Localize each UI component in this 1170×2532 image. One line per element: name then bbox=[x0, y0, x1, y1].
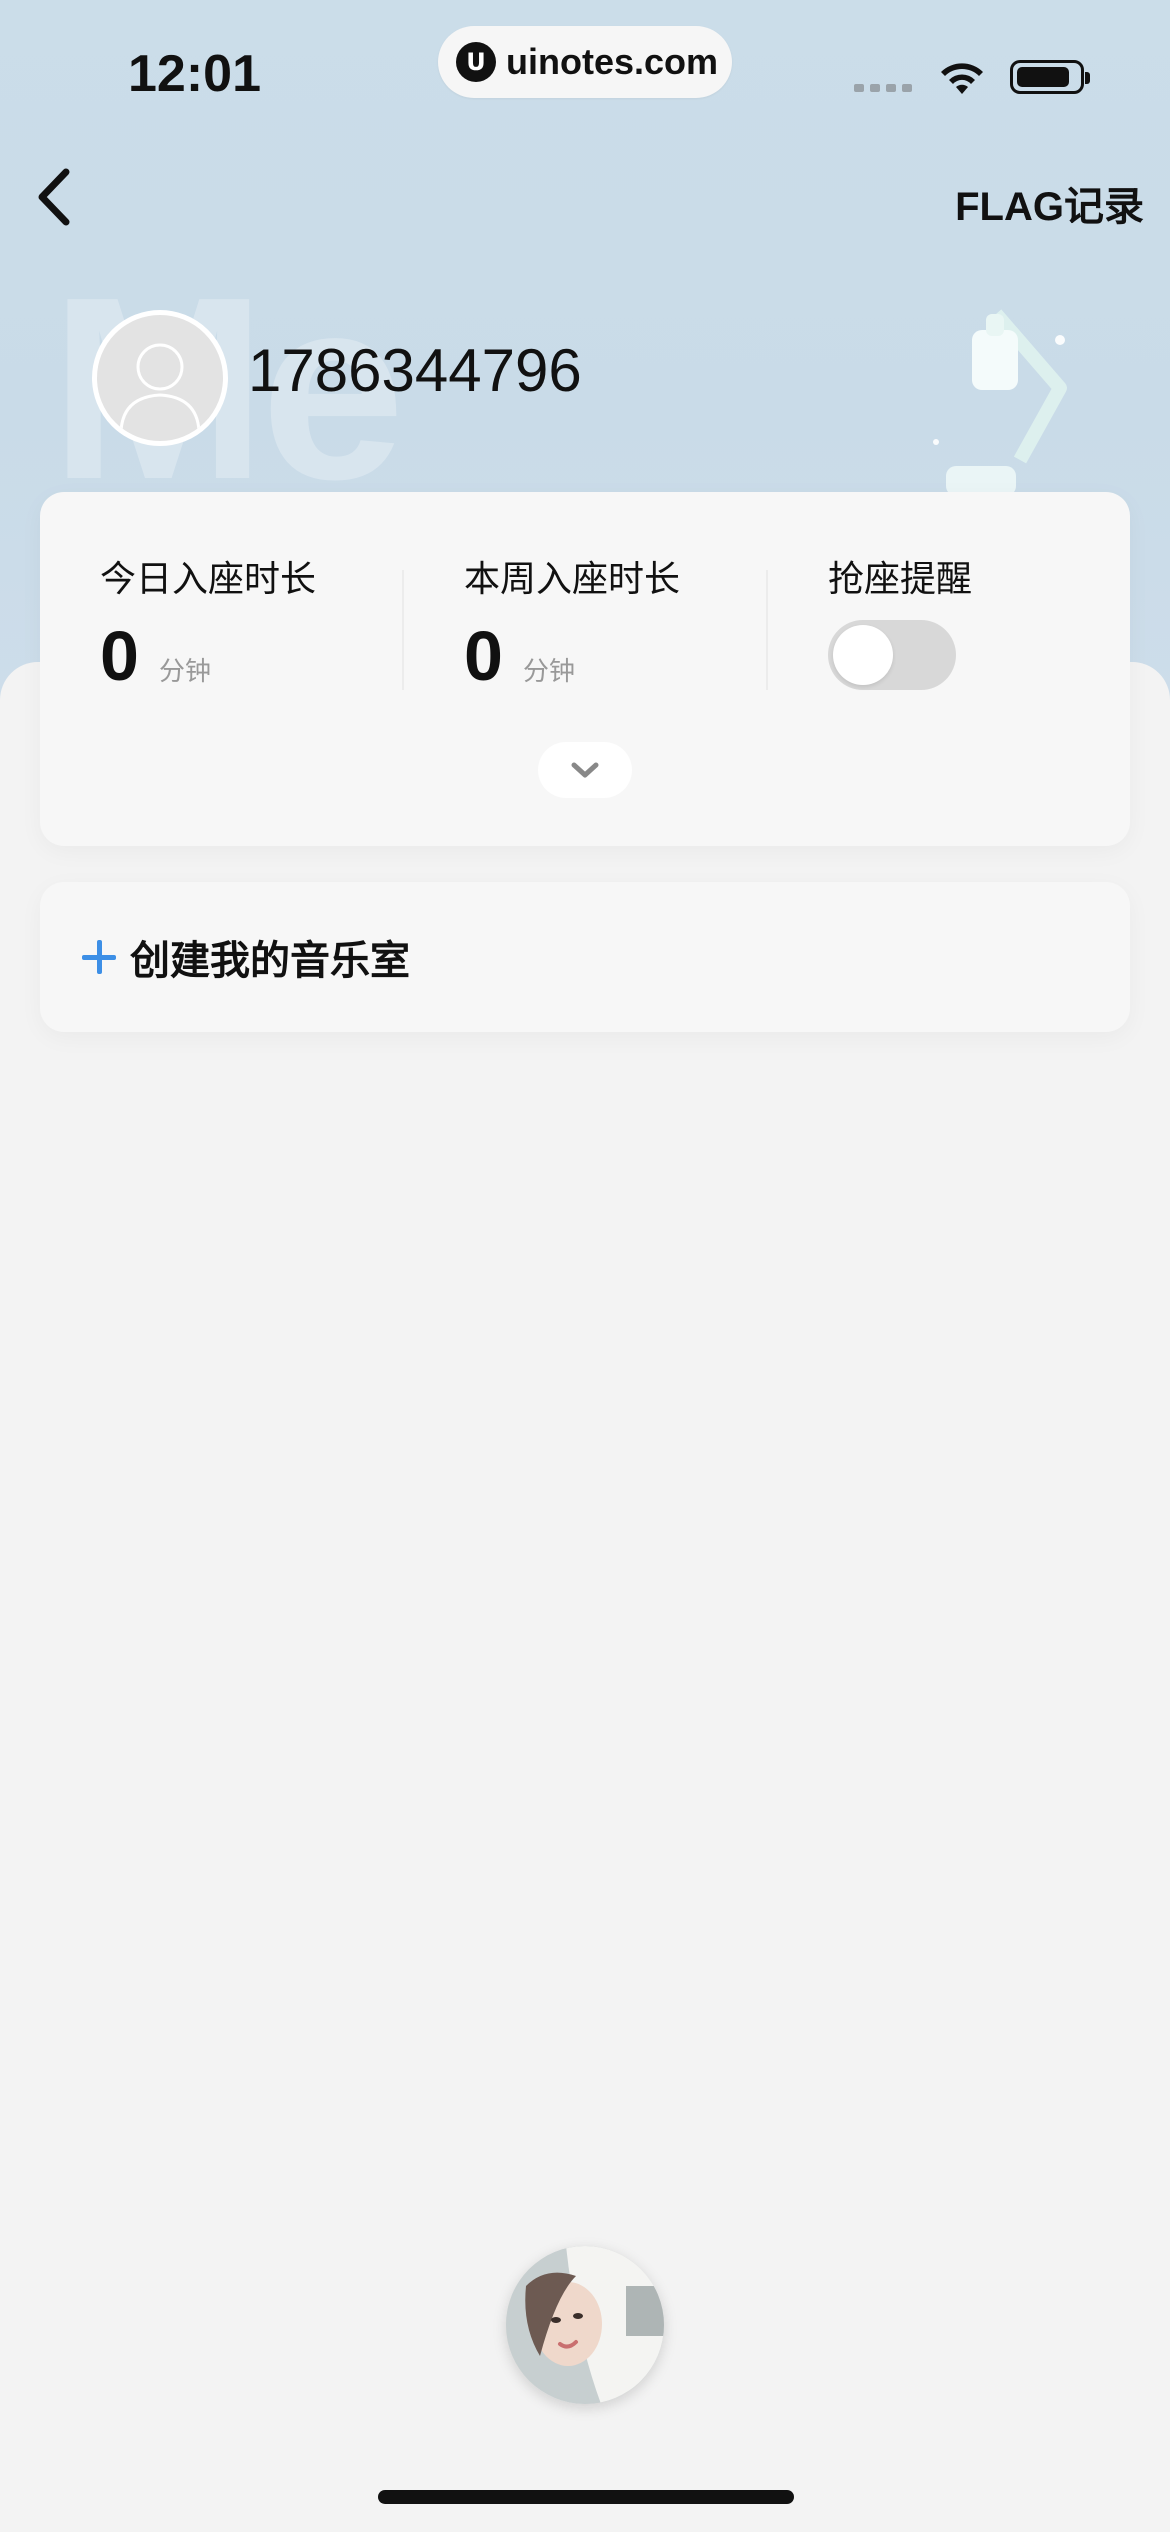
battery-icon bbox=[1010, 60, 1090, 94]
create-music-room-label: 创建我的音乐室 bbox=[130, 938, 410, 984]
status-time: 12:01 bbox=[128, 45, 261, 103]
user-id: 1786344796 bbox=[248, 337, 582, 404]
desk-lamp-illustration bbox=[933, 309, 1067, 496]
divider bbox=[402, 570, 404, 690]
avatar[interactable] bbox=[92, 310, 228, 446]
cellular-signal-icon bbox=[854, 84, 912, 92]
today-seat-time-unit: 分钟 bbox=[158, 657, 211, 687]
plus-icon bbox=[82, 940, 116, 974]
site-pill: U uinotes.com bbox=[438, 26, 732, 98]
stats-card: 今日入座时长 0 分钟 本周入座时长 0 分钟 抢座提醒 bbox=[40, 492, 1130, 846]
expand-button[interactable] bbox=[538, 742, 632, 798]
week-seat-time-unit: 分钟 bbox=[522, 657, 575, 687]
week-seat-time: 本周入座时长 0 分钟 bbox=[464, 550, 680, 696]
music-player-avatar[interactable] bbox=[506, 2246, 664, 2404]
week-seat-time-value: 0 bbox=[464, 617, 503, 695]
seat-reminder: 抢座提醒 bbox=[828, 550, 972, 690]
portrait-photo bbox=[506, 2246, 664, 2404]
chevron-down-icon bbox=[571, 762, 599, 778]
wifi-icon bbox=[941, 63, 983, 94]
back-button[interactable] bbox=[34, 162, 94, 232]
today-seat-time-value: 0 bbox=[100, 617, 139, 695]
week-seat-time-label: 本周入座时长 bbox=[464, 559, 681, 600]
seat-reminder-toggle[interactable] bbox=[828, 620, 956, 690]
seat-reminder-label: 抢座提醒 bbox=[828, 559, 973, 600]
home-indicator bbox=[378, 2490, 794, 2504]
today-seat-time: 今日入座时长 0 分钟 bbox=[100, 550, 316, 696]
default-avatar-icon bbox=[119, 343, 201, 432]
toggle-knob bbox=[833, 625, 893, 685]
today-seat-time-label: 今日入座时长 bbox=[100, 559, 317, 600]
divider bbox=[766, 570, 768, 690]
site-logo-icon: U bbox=[456, 42, 496, 82]
create-music-room-button[interactable]: 创建我的音乐室 bbox=[40, 882, 1130, 1032]
site-url: uinotes.com bbox=[506, 41, 719, 82]
flag-record-button[interactable]: FLAG记录 bbox=[955, 174, 1144, 232]
